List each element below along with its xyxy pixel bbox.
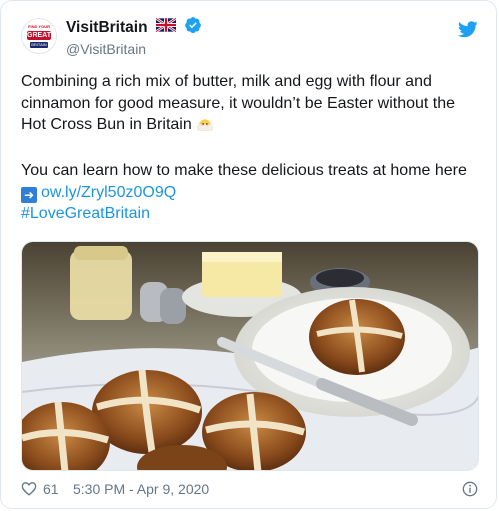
- info-icon[interactable]: [462, 481, 478, 500]
- like-count[interactable]: 61: [43, 481, 59, 497]
- hashtag-link[interactable]: #LoveGreatBritain: [21, 205, 150, 222]
- tweet-footer: 61 5:30 PM - Apr 9, 2020: [21, 479, 478, 501]
- avatar-logo-bottom: BRITAIN: [30, 42, 48, 48]
- author-info: VisitBritain @VisitBritain: [66, 16, 202, 59]
- heart-icon[interactable]: [21, 481, 37, 499]
- twitter-bird-icon[interactable]: [457, 21, 478, 43]
- user-handle[interactable]: @VisitBritain: [66, 39, 202, 59]
- right-arrow-emoji-icon: ➜: [21, 186, 37, 203]
- uk-flag-icon: [155, 17, 177, 37]
- avatar[interactable]: FIND YOUR GREAT BRITAIN: [21, 18, 57, 54]
- avatar-logo-mid: GREAT: [27, 31, 51, 40]
- tweet-text-paragraph-1: Combining a rich mix of butter, milk and…: [21, 73, 456, 133]
- timestamp[interactable]: 5:30 PM - Apr 9, 2020: [73, 481, 209, 497]
- avatar-logo-top: FIND YOUR: [28, 24, 50, 29]
- display-name[interactable]: VisitBritain: [66, 18, 148, 38]
- tweet-card: FIND YOUR GREAT BRITAIN VisitBritain @Vi…: [0, 0, 497, 509]
- tweet-media-image[interactable]: [21, 241, 479, 471]
- tweet-text-paragraph-2: You can learn how to make these deliciou…: [21, 162, 467, 179]
- chick-emoji-icon: [196, 114, 214, 139]
- verified-badge-icon: [184, 16, 202, 39]
- tweet-link[interactable]: ow.ly/Zryl50z0O9Q: [41, 184, 176, 201]
- tweet-header: FIND YOUR GREAT BRITAIN VisitBritain @Vi…: [21, 15, 478, 59]
- hot-cross-buns-photo: [22, 242, 478, 470]
- tweet-text: Combining a rich mix of butter, milk and…: [21, 71, 481, 225]
